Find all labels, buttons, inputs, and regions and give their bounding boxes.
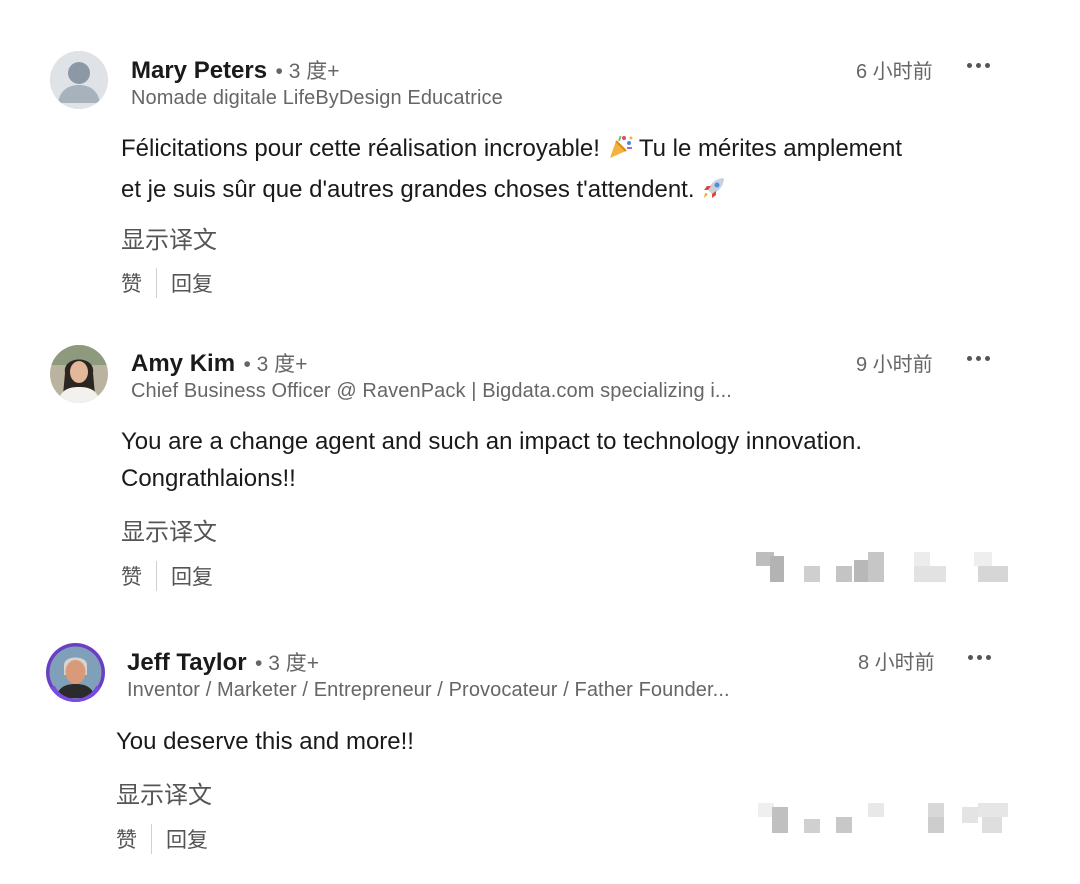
default-avatar-icon xyxy=(50,51,108,109)
like-button[interactable]: 赞 xyxy=(121,561,142,591)
avatar[interactable] xyxy=(50,345,108,403)
avatar-placeholder[interactable] xyxy=(50,51,108,109)
author-line: Jeff Taylor • 3 度+ xyxy=(127,647,319,677)
comment-text-line: Félicitations pour cette réalisation inc… xyxy=(121,135,600,162)
like-button[interactable]: 赞 xyxy=(121,268,142,298)
author-name[interactable]: Amy Kim xyxy=(131,350,235,377)
comment-actions: 赞 回复 xyxy=(121,561,213,591)
comment-actions: 赞 回复 xyxy=(121,268,213,298)
author-name[interactable]: Mary Peters xyxy=(131,57,267,84)
timestamp: 9 小时前 xyxy=(856,354,933,376)
author-headline: Chief Business Officer @ RavenPack | Big… xyxy=(131,380,732,402)
author-line: Amy Kim • 3 度+ xyxy=(131,348,307,378)
rocket-icon xyxy=(701,175,727,212)
comment-text-line: You deserve this and more!! xyxy=(116,728,414,755)
divider xyxy=(156,561,157,591)
party-popper-icon xyxy=(607,134,633,171)
author-line: Mary Peters • 3 度+ xyxy=(131,55,340,85)
timestamp: 8 小时前 xyxy=(858,652,935,674)
show-translation-link[interactable]: 显示译文 xyxy=(116,775,212,810)
reply-button[interactable]: 回复 xyxy=(171,561,213,591)
more-options-icon[interactable] xyxy=(967,63,995,71)
pixelated-reactions xyxy=(756,552,1008,584)
profile-photo xyxy=(46,643,105,702)
comment-text: You are a change agent and such an impac… xyxy=(121,423,1021,497)
comment-text-line: You are a change agent and such an impac… xyxy=(121,428,862,455)
show-translation-link[interactable]: 显示译文 xyxy=(121,220,217,255)
profile-photo xyxy=(50,345,108,403)
more-options-icon[interactable] xyxy=(967,356,995,364)
connection-degree: • 3 度+ xyxy=(275,60,340,83)
connection-degree: • 3 度+ xyxy=(255,652,320,675)
comment-text: Félicitations pour cette réalisation inc… xyxy=(121,130,1021,212)
comment-text-line: Congrathlaions!! xyxy=(121,465,296,492)
avatar[interactable] xyxy=(46,643,105,702)
pixelated-reactions xyxy=(758,803,1008,835)
reply-button[interactable]: 回复 xyxy=(171,268,213,298)
like-button[interactable]: 赞 xyxy=(116,824,137,854)
connection-degree: • 3 度+ xyxy=(243,353,308,376)
author-headline: Nomade digitale LifeByDesign Educatrice xyxy=(131,87,503,109)
comment-text: You deserve this and more!! xyxy=(116,723,1016,760)
comment-actions: 赞 回复 xyxy=(116,824,208,854)
comment-text-line: Tu le mérites amplement xyxy=(638,135,903,162)
author-name[interactable]: Jeff Taylor xyxy=(127,649,247,676)
comment-text-line: et je suis sûr que d'autres grandes chos… xyxy=(121,176,695,203)
timestamp: 6 小时前 xyxy=(856,61,933,83)
show-translation-link[interactable]: 显示译文 xyxy=(121,512,217,547)
reply-button[interactable]: 回复 xyxy=(166,824,208,854)
more-options-icon[interactable] xyxy=(968,655,996,663)
divider xyxy=(156,268,157,298)
divider xyxy=(151,824,152,854)
author-headline: Inventor / Marketer / Entrepreneur / Pro… xyxy=(127,679,730,701)
